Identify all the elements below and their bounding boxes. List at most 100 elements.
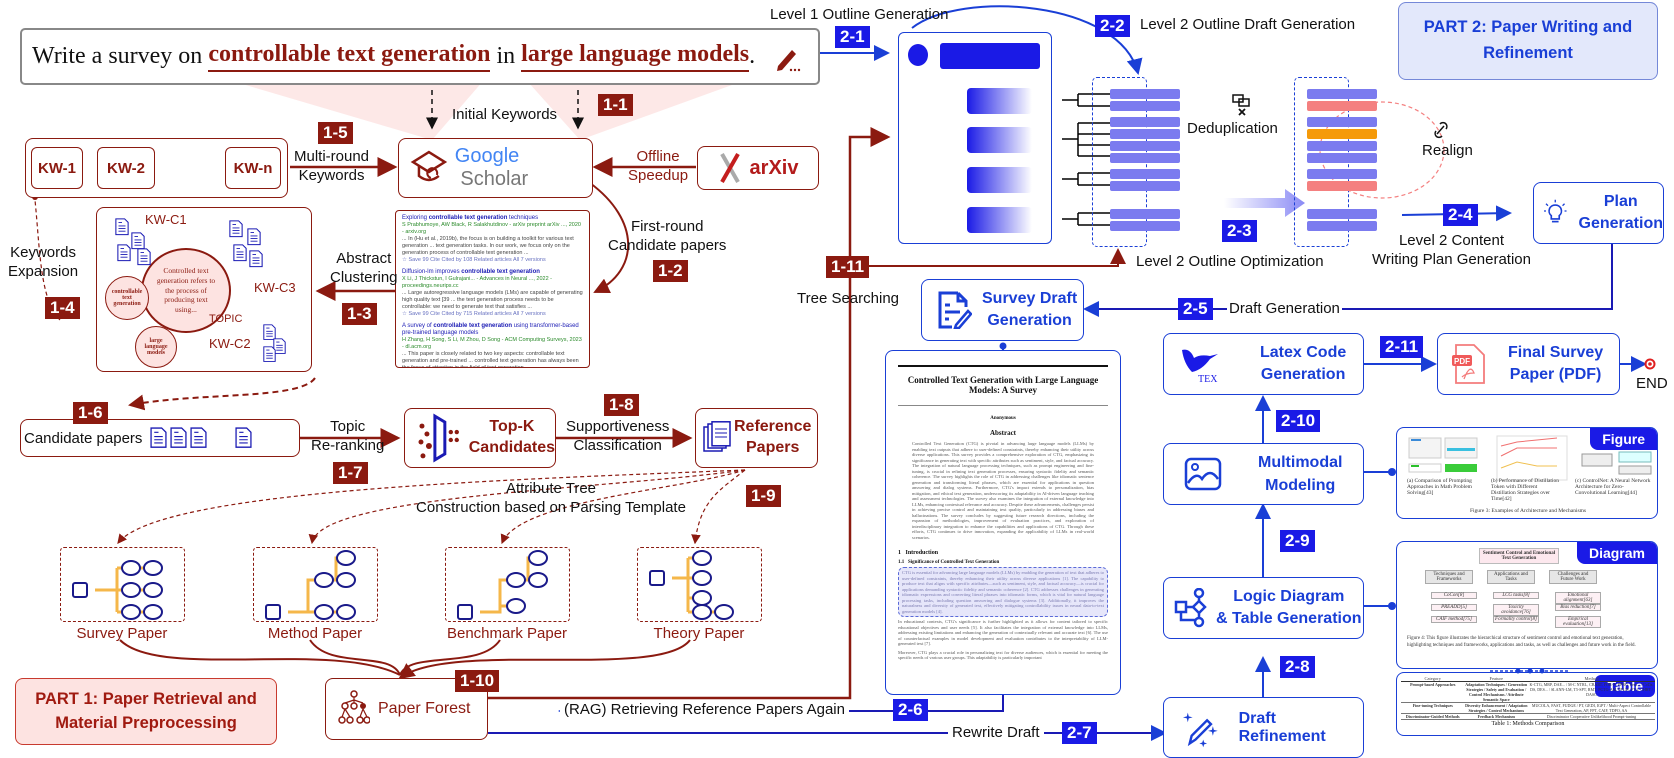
outline-subsection-bar [1110,169,1180,179]
paper-type-label: Benchmark Paper [446,625,568,642]
step-1-8: 1-8 [604,394,639,416]
figure-caption: Figure 3: Examples of Architecture and M… [1469,508,1587,514]
draft-generation-label: Draft Generation [1227,300,1342,319]
search-result-title[interactable]: Diffusion-lm improves controllable text … [402,269,583,276]
optimized-subsection-bar [1307,117,1377,127]
step-2-1: 2-1 [835,26,870,48]
reference-papers-node[interactable]: Reference Papers [695,408,818,468]
topk-candidates-node[interactable]: Top-K Candidates [404,408,556,468]
tree-structure-icon [72,560,163,620]
initial-keywords-label: Initial Keywords [452,106,558,123]
diagram-leaf: PREADD[5] [1431,604,1477,611]
search-result[interactable]: Exploring controllable text generation t… [402,215,583,264]
lightbulb-icon [1544,199,1567,223]
step-2-2: 2-2 [1095,15,1130,37]
step-2-10: 2-10 [1276,410,1321,432]
keywords-expansion-label: Keywords Expansion [8,244,79,280]
realign-label: Realign [1422,142,1473,159]
search-result-title[interactable]: A survey of controllable text generation… [402,323,583,337]
logic-diagram-node[interactable]: Logic Diagram & Table Generation [1163,577,1364,639]
pdf-file-icon: PDF [1452,344,1485,384]
latex-generation-node[interactable]: TEX Latex Code Generation [1163,333,1364,395]
multimodal-label: Multimodal Modeling [1258,453,1343,494]
outline-subsection-bar [1110,89,1180,99]
document-icon [115,218,129,236]
offline-speedup-label: Offline Speedup [628,148,689,184]
google-scholar-node[interactable]: Google Scholar [398,138,593,198]
search-result-authors: X Li, J Thickstun, I Gulrajani... - Adva… [402,276,552,289]
outline-subsection-bar [1110,221,1180,231]
level1-outline-label: Level 1 Outline Generation [770,6,949,23]
optimized-subsection-bar [1307,129,1377,139]
plan-generation-node[interactable]: Plan Generation [1533,182,1664,244]
outline-section-3 [967,167,1032,193]
candidate-papers-node[interactable]: Candidate papers [20,419,300,457]
search-result-title[interactable]: Exploring controllable text generation t… [402,215,583,222]
attribute-tree-1 [253,547,378,622]
document-icon [137,248,151,266]
topic-label: TOPIC [209,313,243,325]
table-row: Fine-tuning Techniques Diversity Enhancem… [1401,703,1655,714]
keyword-box[interactable]: KW-2 [97,147,155,189]
step-1-1: 1-1 [598,94,633,116]
cluster-c3-documents [229,220,269,275]
scholar-wordmark: Scholar [454,168,529,190]
document-icon [150,427,167,449]
draft-highlighted-paragraph[interactable]: CTG is essential for advancing large lan… [898,567,1108,617]
outline-section-4 [967,207,1032,233]
multimodal-node[interactable]: Multimodal Modeling [1163,443,1364,505]
search-result-snippet: ... This paper is closely related to two… [402,351,579,368]
draft-refinement-node[interactable]: Draft Refinement [1163,697,1364,758]
forest-tree-icon [338,690,370,724]
step-2-11: 2-11 [1380,336,1424,358]
step-1-4: 1-4 [45,297,80,319]
step-2-4: 2-4 [1443,204,1478,226]
first-round-label: First-round Candidate papers [608,218,727,254]
step-1-11: 1-11 [826,256,870,278]
logic-diagram-label: Logic Diagram & Table Generation [1216,587,1362,627]
step-1-10: 1-10 [455,670,500,692]
multi-round-label: Multi-round Keywords [294,148,370,184]
document-icon [131,232,145,250]
cluster-c1-documents [115,218,155,268]
tree-structure-icon [649,550,734,620]
final-pdf-node[interactable]: PDF Final Survey Paper (PDF) [1437,333,1620,395]
table-caption: Table 1: Methods Comparison [1491,721,1565,727]
figure-caption-b: (b) Performance of Distillation Token wi… [1491,478,1559,502]
paper-type-label: Theory Paper [653,625,745,642]
svg-text:PDF: PDF [1454,357,1470,366]
keyword-box[interactable]: KW-n [225,147,281,189]
search-result[interactable]: Diffusion-lm improves controllable text … [402,269,583,318]
outline-subsection-bar [1110,153,1180,163]
survey-draft-node[interactable]: Survey Draft Generation [921,279,1084,341]
rewrite-draft-label: Rewrite Draft [948,724,1044,743]
table-row: Prompt-based Approaches Adaptation Techni… [1401,682,1655,703]
document-icon [235,427,252,449]
document-stack-icon [703,421,731,452]
keyword-box[interactable]: KW-1 [31,147,83,189]
image-icon [1184,457,1222,491]
tex-bird-icon: TEX [1182,349,1218,384]
cluster-kw-c2: KW-C2 [209,336,251,351]
draft-abstract-heading: Abstract [989,429,1017,437]
document-icon [263,346,276,362]
outline-subsection-bar [1110,129,1180,139]
step-1-5: 1-5 [318,122,353,144]
end-label: END [1636,375,1668,392]
diagram-leaf: Emotional alignment[63] [1555,592,1601,604]
step-1-7: 1-7 [333,462,368,484]
diagram-preview: Diagram Sentiment Control and Emotional … [1396,541,1658,669]
draft-abstract: Controlled Text Generation (CTG) is pivo… [912,441,1094,540]
cluster-c2-documents [263,324,293,364]
search-result[interactable]: A survey of controllable text generation… [402,323,583,368]
diagram-branch: Applications and Tasks [1487,570,1535,584]
step-2-3: 2-3 [1222,220,1257,242]
attribute-tree-label: Attribute Tree Construction based on Pars… [416,480,686,516]
document-icon [249,250,263,268]
search-result-snippet: ... In (Hu et al., 2019b), the focus is … [402,236,574,256]
abstract-clustering-label: Abstract Clustering [330,250,398,286]
graduation-cap-icon [410,150,448,182]
optimized-subsection-bar [1307,209,1377,219]
survey-prompt[interactable]: Write a survey on controllable text gene… [20,28,820,85]
arxiv-node[interactable]: arXiv [697,146,819,190]
